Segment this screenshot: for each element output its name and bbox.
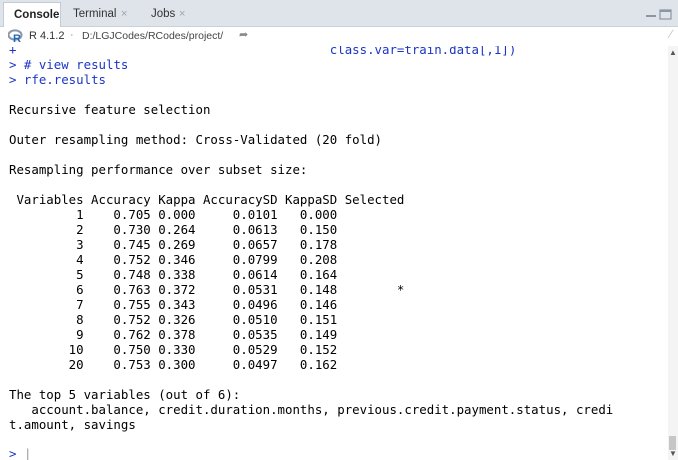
scroll-up-icon[interactable]: ▲ [669,48,677,57]
table-row: 8 0.752 0.326 0.0510 0.151 [9,312,405,327]
pane-tab-bar: Console Terminal × Jobs × [0,0,678,28]
scroll-thumb[interactable] [669,436,676,450]
r-version: R 4.1.2 [29,30,65,42]
output-outer-method: Outer resampling method: Cross-Validated… [9,132,382,147]
console-path-bar: R R 4.1.2 · D:/LGJCodes/RCodes/project/ … [0,27,678,46]
scroll-down-icon[interactable]: ▼ [669,449,677,458]
tab-terminal-label: Terminal [73,8,117,20]
command-text: # view results [16,57,129,72]
text-cursor: | [23,446,32,460]
table-row: 3 0.745 0.269 0.0657 0.178 [9,237,405,252]
command-line: > # view results [9,57,128,72]
console-output[interactable]: + class.var=train.data[,1]) > # view res… [0,46,668,460]
continuation-text: class.var=train.data[,1]) [16,46,517,57]
maximize-icon[interactable] [659,9,672,20]
output-perf-heading: Resampling performance over subset size: [9,162,308,177]
minimize-icon[interactable] [645,9,657,19]
tab-console-label: Console [14,9,60,21]
vertical-scrollbar[interactable]: ▲ ▼ [668,46,678,460]
input-line[interactable]: > | [9,446,31,460]
r-logo-icon: R [8,29,23,43]
svg-text:R: R [13,33,21,43]
command-text: rfe.results [16,72,106,87]
tab-terminal[interactable]: Terminal × [63,2,139,27]
top-vars-line: t.amount, savings [9,417,136,432]
separator: · [70,29,74,41]
close-icon[interactable]: × [121,2,127,26]
table-row: 7 0.755 0.343 0.0496 0.146 [9,297,405,312]
working-directory: D:/LGJCodes/RCodes/project/ [82,30,224,42]
table-row: 1 0.705 0.000 0.0101 0.000 [9,207,405,222]
output-title: Recursive feature selection [9,102,211,117]
pencil-icon: ∕ [669,27,672,41]
table-row: 2 0.730 0.264 0.0613 0.150 [9,222,405,237]
top-vars-heading: The top 5 variables (out of 6): [9,387,241,402]
table-row: 9 0.762 0.378 0.0535 0.149 [9,327,405,342]
top-vars-line: account.balance, credit.duration.months,… [9,402,614,417]
table-row: 20 0.753 0.300 0.0497 0.162 [9,357,405,372]
share-arrow-icon[interactable]: ➦ [239,28,248,41]
continuation-line: + class.var=train.data[,1]) [9,46,516,57]
table-row: 5 0.748 0.338 0.0614 0.164 [9,267,405,282]
command-line: > rfe.results [9,72,106,87]
table-row: 6 0.763 0.372 0.0531 0.148 * [9,282,405,297]
tab-console[interactable]: Console [3,2,61,28]
table-header: Variables Accuracy Kappa AccuracySD Kapp… [9,192,405,207]
table-row: 10 0.750 0.330 0.0529 0.152 [9,342,405,357]
input-prompt: > [9,446,17,460]
tab-jobs[interactable]: Jobs × [141,2,197,27]
table-row: 4 0.752 0.346 0.0799 0.208 [9,252,405,267]
close-icon[interactable]: × [179,2,185,26]
tab-jobs-label: Jobs [151,8,176,20]
